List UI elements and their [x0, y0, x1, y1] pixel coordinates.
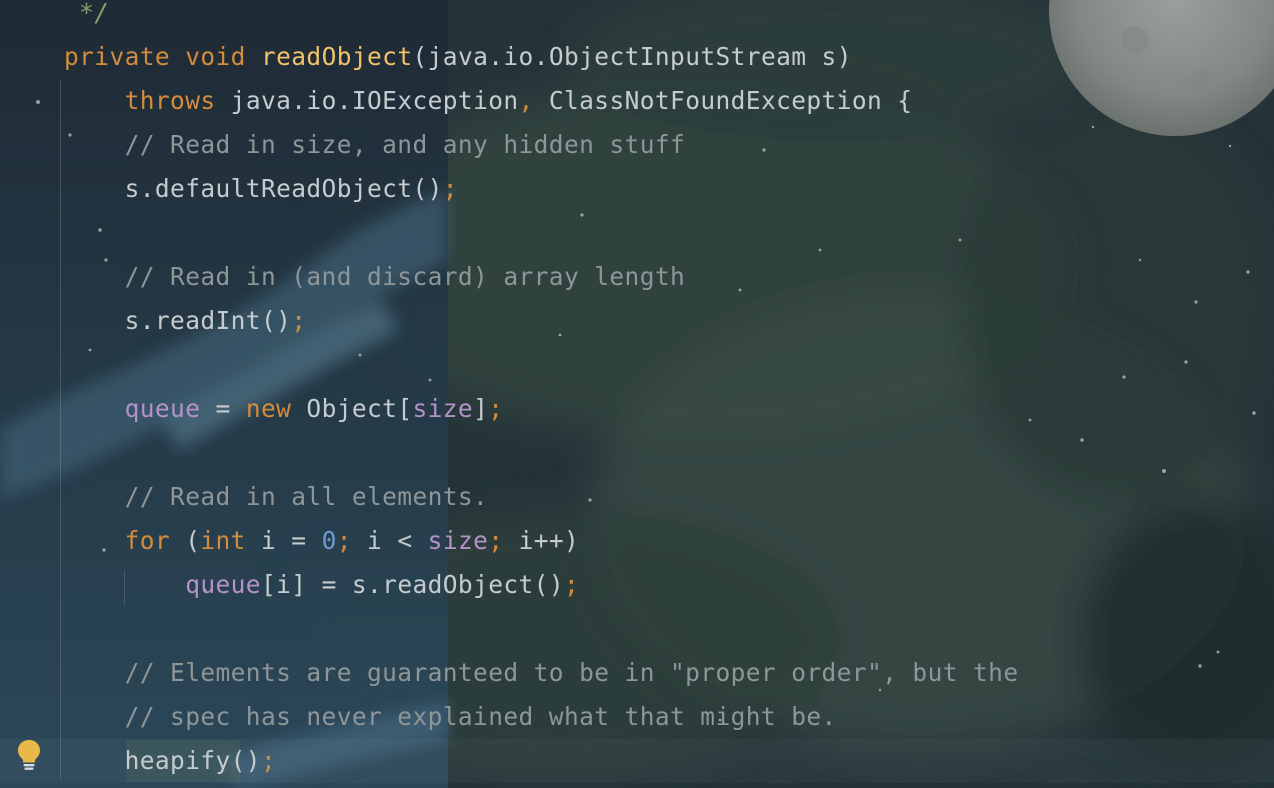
code-token: i < — [351, 526, 428, 555]
code-token: ; — [260, 746, 277, 775]
code-token: ; — [563, 570, 580, 599]
code-token: ; — [291, 306, 307, 335]
code-editor[interactable]: */ private void readObject(java.io.Object… — [0, 0, 1274, 788]
code-token: [i] = s.readObject() — [260, 570, 564, 599]
code-line[interactable]: // Read in size, and any hidden stuff — [64, 123, 685, 167]
code-line[interactable]: throws java.io.IOException, ClassNotFoun… — [64, 79, 912, 123]
code-line[interactable]: queue[i] = s.readObject(); — [64, 563, 579, 607]
code-token: ; — [442, 174, 458, 203]
code-token: void — [185, 42, 246, 71]
code-token: ; — [488, 526, 504, 555]
code-token: private — [64, 42, 171, 71]
code-line[interactable]: heapify(); — [64, 739, 276, 783]
code-line[interactable]: private void readObject(java.io.ObjectIn… — [64, 35, 852, 79]
code-line[interactable]: // Read in (and discard) array length — [64, 255, 685, 299]
code-line[interactable]: s.defaultReadObject(); — [64, 167, 458, 211]
code-token: = — [200, 394, 246, 423]
code-token: queue — [124, 394, 201, 423]
code-line[interactable]: for (int i = 0; i < size; i++) — [64, 519, 579, 563]
code-token: 0 — [321, 526, 337, 555]
code-token: heapify() — [64, 746, 261, 775]
code-token: // Elements are guaranteed to be in "pro… — [64, 658, 1019, 687]
indent-guide — [60, 80, 61, 780]
code-line[interactable]: // Read in all elements. — [64, 475, 488, 519]
code-token: ] — [473, 394, 489, 423]
code-token: java.io.IOException — [215, 86, 519, 115]
code-token: for — [124, 526, 171, 555]
code-line[interactable]: // Elements are guaranteed to be in "pro… — [64, 651, 1018, 695]
code-token: readObject — [260, 42, 413, 71]
code-token: // Read in all elements. — [64, 482, 489, 511]
code-token: queue — [185, 570, 261, 599]
code-token: throws — [124, 86, 216, 115]
code-token: // spec has never explained what that mi… — [64, 702, 837, 731]
code-token: ( — [170, 526, 201, 555]
code-token: */ — [64, 0, 110, 27]
lightbulb-icon[interactable] — [16, 738, 42, 772]
code-token: // Read in size, and any hidden stuff — [64, 130, 686, 159]
code-line[interactable]: // spec has never explained what that mi… — [64, 695, 837, 739]
code-token: i++) — [503, 526, 580, 555]
code-token: s.defaultReadObject() — [64, 174, 443, 203]
code-token: i = — [245, 526, 322, 555]
code-token: // Read in (and discard) array length — [64, 262, 686, 291]
code-token: int — [200, 526, 246, 555]
code-line[interactable]: */ — [64, 0, 109, 35]
code-token: ; — [488, 394, 504, 423]
code-token: ClassNotFoundException { — [533, 86, 913, 115]
code-token: size — [412, 394, 474, 423]
code-token: new — [245, 394, 292, 423]
code-token: ; — [336, 526, 352, 555]
code-token: s.readInt() — [64, 306, 292, 335]
code-line[interactable]: s.readInt(); — [64, 299, 306, 343]
code-line[interactable]: queue = new Object[size]; — [64, 387, 503, 431]
code-token: size — [427, 526, 489, 555]
code-token: Object[ — [291, 394, 413, 423]
code-token: , — [518, 86, 534, 115]
code-token: (java.io.ObjectInputStream s) — [412, 42, 852, 71]
